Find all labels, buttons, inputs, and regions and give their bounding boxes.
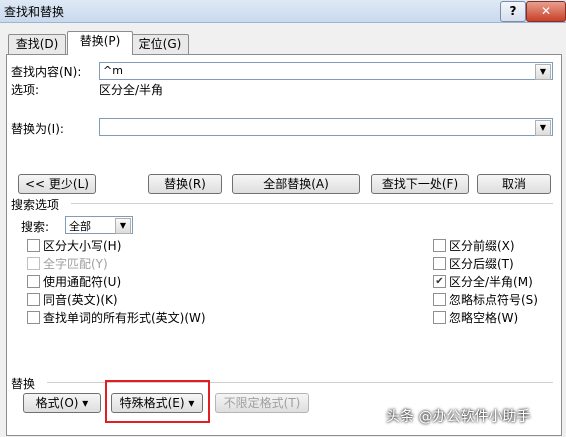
ignore-punctuation-label: 忽略标点符号(S) [449,293,538,307]
chevron-down-icon[interactable]: ▼ [535,64,551,80]
wildcards-checkbox[interactable] [27,275,40,288]
ignore-whitespace-checkbox[interactable] [433,311,446,324]
search-scope-label: 搜索: [21,220,50,234]
tab-find[interactable]: 查找(D) [8,34,66,55]
all-word-forms-checkbox[interactable] [27,311,40,324]
divider [71,203,553,204]
window-title: 查找和替换 [4,5,65,19]
match-suffix-checkbox[interactable] [433,257,446,270]
replace-section-label: 替换 [11,377,36,391]
replace-button[interactable]: 替换(R) [148,174,222,194]
whole-word-label: 全字匹配(Y) [43,257,108,271]
find-input[interactable]: ^m ▼ [99,62,553,80]
chevron-down-icon[interactable]: ▼ [115,218,131,234]
search-scope-value: 全部 [69,220,91,233]
ignore-whitespace-label: 忽略空格(W) [449,311,519,325]
replace-all-button[interactable]: 全部替换(A) [232,174,360,194]
tab-goto[interactable]: 定位(G) [131,34,189,55]
ignore-punctuation-checkbox[interactable] [433,293,446,306]
format-button[interactable]: 格式(O) ▾ [23,393,101,413]
match-suffix-label: 区分后缀(T) [449,257,514,271]
match-case-checkbox[interactable] [27,239,40,252]
options-value: 区分全/半角 [99,83,164,97]
no-formatting-button: 不限定格式(T) [215,393,309,413]
wildcards-label: 使用通配符(U) [43,275,122,289]
close-button[interactable]: ✕ [526,1,566,22]
match-case-label: 区分大小写(H) [43,239,122,253]
less-button[interactable]: << 更少(L) [18,174,96,194]
match-prefix-label: 区分前缀(X) [449,239,515,253]
match-width-label: 区分全/半角(M) [449,275,533,289]
search-options-label: 搜索选项 [11,198,60,212]
chevron-down-icon[interactable]: ▼ [535,120,551,136]
watermark: 头条 @办公软件小助手 [386,409,531,425]
replace-input[interactable]: ▼ [99,118,553,136]
title-bar: 查找和替换 ? ✕ [0,0,566,23]
highlight-box [105,380,210,423]
all-word-forms-label: 查找单词的所有形式(英文)(W) [43,311,206,325]
sounds-like-checkbox[interactable] [27,293,40,306]
tab-replace[interactable]: 替换(P) [67,31,133,55]
sounds-like-label: 同音(英文)(K) [43,293,118,307]
replace-label: 替换为(I): [11,122,64,136]
find-next-button[interactable]: 查找下一处(F) [371,174,469,194]
help-button[interactable]: ? [500,1,526,22]
match-width-checkbox[interactable]: ✔ [433,275,446,288]
whole-word-checkbox [27,257,40,270]
search-scope-select[interactable]: 全部 ▼ [65,216,133,234]
options-label: 选项: [11,83,40,97]
cancel-button[interactable]: 取消 [477,174,551,194]
replace-panel: 查找内容(N): ^m ▼ 选项: 区分全/半角 替换为(I): ▼ << 更少… [6,54,562,436]
find-label: 查找内容(N): [11,65,82,79]
match-prefix-checkbox[interactable] [433,239,446,252]
find-value: ^m [103,64,123,77]
